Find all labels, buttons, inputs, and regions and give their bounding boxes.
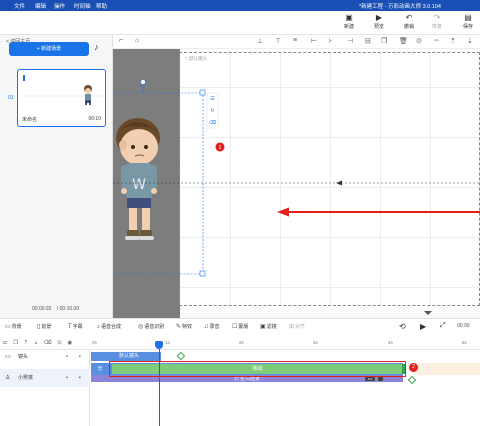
boy-character[interactable]: W	[116, 118, 160, 240]
track-boy[interactable]: ♙ 小男孩 • •	[0, 369, 90, 387]
marker-badge-1-text: 1	[218, 145, 221, 151]
keyframe-diamond[interactable]	[407, 375, 417, 385]
ruler-tick: 5s	[462, 340, 467, 345]
scene-thumbnail-card[interactable]: 未命名 00:10	[17, 69, 106, 127]
play-icon[interactable]: ▶	[420, 322, 426, 331]
keyframe-diamond[interactable]	[176, 351, 186, 361]
ruler-tick: 1s	[165, 340, 170, 345]
preview-label: 预览	[373, 24, 384, 30]
tool-record[interactable]: ♫录音	[204, 323, 220, 330]
tool-foreground[interactable]: ▯前景	[37, 323, 51, 330]
new-scene-button[interactable]: + 新建场景	[9, 42, 89, 56]
new-label: 新建	[343, 24, 354, 30]
main-toolbar: ▣ 新建 ▶ 预览 ↶ 撤销 ↷ 恢复 ▤ 保存	[0, 11, 480, 35]
playhead-line	[159, 349, 160, 426]
track-camera[interactable]: ▭ 镜头 • •	[0, 351, 90, 363]
undo-label: 撤销	[403, 24, 414, 30]
music-icon[interactable]: ♪	[94, 42, 99, 52]
empty-lane-area	[414, 363, 480, 375]
ruler-tick: 0s	[92, 340, 97, 345]
track-dot[interactable]: •	[66, 351, 68, 363]
timeline-time: 00:00	[457, 323, 470, 329]
tool-subtitle[interactable]: T字幕	[68, 323, 83, 330]
timeline-lanes: 默认镜头 无 移动 ⇄ 左-向左退 ••• 2	[90, 350, 480, 426]
menu-bar: 文件 编辑 操作 时间轴 帮助 *新建工程 - 万彩动画大师 3.0.104	[0, 0, 480, 11]
track-list: ▭ 镜头 • • ♙ 小男孩 • •	[0, 350, 90, 426]
undo-button[interactable]: ↶ 撤销	[397, 13, 421, 30]
rotate-icon[interactable]: ↻	[210, 108, 214, 114]
trash-icon[interactable]: ⌫	[209, 120, 216, 126]
redo-button[interactable]: ↷ 恢复	[425, 13, 449, 30]
camera-clip[interactable]: 默认镜头	[91, 352, 161, 361]
window-title: *新建工程 - 万彩动画大师 3.0.104	[359, 4, 441, 10]
tool-mask[interactable]: ☐蒙版	[232, 323, 248, 330]
timeline-panel: ▭背景 ▯前景 T字幕 ♪语音合成 ◎语音识别 ✎特效 ♫录音 ☐蒙版 ▣滤镜 …	[0, 318, 480, 426]
ruler-tick: 3s	[313, 340, 318, 345]
save-icon: ▤	[464, 13, 472, 22]
track-dot[interactable]: •	[79, 369, 81, 387]
play-icon: ▶	[375, 13, 383, 22]
scene-panel: < 返回主页 + 新建场景 ♪ 01 未命名 00:10 00:00.92 / …	[0, 35, 113, 318]
tool-effects[interactable]: ✎特效	[176, 323, 192, 330]
enter-effect[interactable]: 无	[94, 364, 106, 374]
scene-name: 未命名	[22, 117, 38, 123]
tool-speech-recognition[interactable]: ◎语音识别	[138, 323, 164, 330]
object-mini-toolbar: ☰ ↻ ⌫	[206, 92, 219, 129]
current-time: 00:00.92	[32, 306, 52, 312]
motion-arrowhead	[336, 180, 342, 186]
time-readout: 00:00.92 / 00:10.00	[32, 306, 79, 312]
ruler-tick: 4s	[388, 340, 393, 345]
layers-icon[interactable]: ☰	[210, 96, 215, 102]
fullscreen-icon[interactable]: ⤢	[440, 322, 446, 330]
annotation-arrowhead	[277, 207, 289, 217]
canvas-overlay: W ☰ ↻ ⌫ 1	[113, 79, 480, 315]
undo-icon: ↶	[405, 13, 413, 22]
scene-index: 01	[8, 95, 14, 101]
tool-filter[interactable]: ▣滤镜	[260, 323, 277, 330]
preview-button[interactable]: ▶ 预览	[367, 13, 391, 30]
track-name: 小男孩	[18, 375, 34, 381]
new-icon: ▣	[345, 13, 353, 22]
tool-tts[interactable]: ♪语音合成	[97, 323, 121, 330]
canvas-editor: ⌐ ⌂ ⊥ ⊤ ≡ ⊢ ⊦ ⊣ ⊟ ❐ 🗑 ⊙ ⇔ ⇡ ⇣ □ 默认镜头 W ☰…	[113, 35, 480, 318]
ruler-tick: 2s	[239, 340, 244, 345]
save-button[interactable]: ▤ 保存	[456, 13, 480, 30]
total-time: / 00:10.00	[56, 306, 80, 312]
svg-text:W: W	[132, 177, 146, 193]
history-icon[interactable]: ⟲	[399, 322, 406, 331]
save-label: 保存	[462, 24, 473, 30]
time-ruler[interactable]: 0s 1s 2s 3s 4s 5s	[0, 338, 480, 350]
tool-background[interactable]: ▭背景	[5, 323, 22, 330]
playhead-handle[interactable]	[155, 341, 163, 349]
scene-duration: 00:10	[88, 116, 101, 122]
track-dot[interactable]: •	[66, 369, 68, 387]
collapse-icon[interactable]	[424, 311, 432, 315]
redo-label: 恢复	[431, 24, 442, 30]
character-icon: ♙	[5, 375, 11, 381]
marker-badge-2: 2	[409, 363, 418, 372]
highlight-box	[109, 361, 406, 377]
redo-icon: ↷	[433, 13, 441, 22]
tool-align[interactable]: ⊞对齐	[289, 323, 305, 330]
new-button[interactable]: ▣ 新建	[337, 13, 361, 30]
track-dot[interactable]: •	[79, 351, 81, 363]
track-name: 镜头	[18, 354, 29, 360]
camera-icon: ▭	[5, 354, 11, 360]
